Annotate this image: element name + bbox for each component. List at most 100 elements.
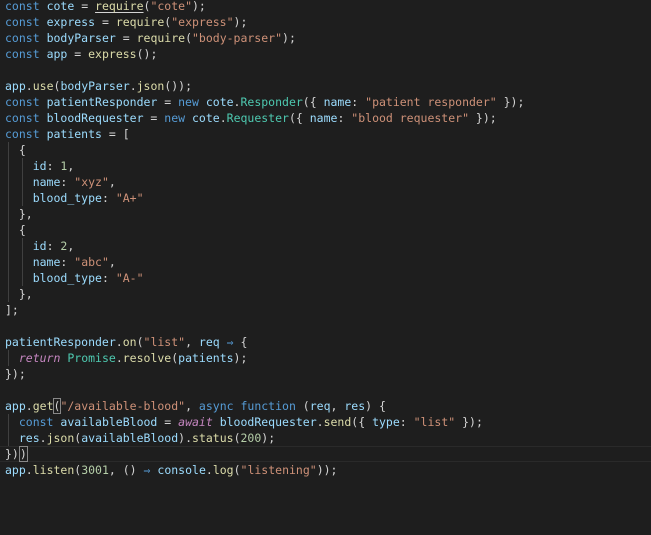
code-token: res	[18, 431, 40, 445]
code-line[interactable]: name: "abc",	[0, 254, 651, 270]
code-token: "patient responder"	[365, 95, 497, 109]
code-text: app.get ("/available-blood", async functi…	[5, 398, 386, 414]
code-token: name	[32, 175, 61, 189]
code-line[interactable]: patientResponder.on("list", req ⇒ {	[0, 334, 651, 350]
code-token: send	[323, 415, 352, 429]
code-token: ⇒	[226, 335, 234, 349]
code-line[interactable]	[0, 382, 651, 398]
code-line[interactable]: },	[0, 206, 651, 222]
code-token: patientResponder	[5, 335, 116, 349]
code-token: :	[101, 271, 116, 285]
code-token: bodyParser	[60, 79, 130, 93]
code-token: "express"	[171, 15, 234, 29]
code-token: });	[469, 111, 497, 125]
code-token: type	[372, 415, 400, 429]
code-token: "list"	[143, 335, 186, 349]
code-token: .	[25, 399, 33, 413]
code-line[interactable]: blood_type: "A-"	[0, 270, 651, 286]
code-line[interactable]: id: 2,	[0, 238, 651, 254]
code-token: , ()	[108, 463, 144, 477]
code-text: id: 2,	[5, 238, 75, 254]
code-token: return	[18, 351, 61, 365]
indent-guide	[8, 414, 9, 446]
code-text: ];	[5, 302, 19, 318]
code-token: ).	[178, 431, 193, 445]
code-token: Responder	[240, 95, 303, 109]
code-token: app	[5, 399, 26, 413]
code-line[interactable]: const cote = require("cote");	[0, 0, 651, 14]
code-line[interactable]: app.use(bodyParser.json());	[0, 78, 651, 94]
code-line[interactable]: app.listen(3001, () ⇒ console.log("liste…	[0, 462, 651, 478]
code-line[interactable]: },	[0, 286, 651, 302]
code-token: ());	[164, 79, 193, 93]
code-line[interactable]: ];	[0, 302, 651, 318]
code-line[interactable]: app.get ("/available-blood", async functi…	[0, 398, 651, 414]
code-token: cote	[205, 95, 234, 109]
code-token: =	[143, 111, 165, 125]
code-token: name	[32, 255, 61, 269]
code-text: const patientResponder = new cote.Respon…	[5, 94, 524, 110]
indent-guide	[8, 142, 9, 302]
code-text: const bloodRequester = new cote.Requeste…	[5, 110, 497, 126]
code-token: "list"	[413, 415, 456, 429]
code-token: =	[157, 415, 179, 429]
code-text: const availableBlood = await bloodReques…	[5, 414, 483, 430]
code-line[interactable]: {	[0, 222, 651, 238]
code-token: :	[60, 255, 75, 269]
code-token: json	[136, 79, 165, 93]
code-text: }))	[5, 446, 28, 462]
code-line[interactable]: });	[0, 366, 651, 382]
code-text: blood_type: "A-"	[5, 270, 144, 286]
code-editor[interactable]: const cote = require("cote"); const expre…	[0, 0, 651, 535]
code-token: async	[198, 399, 234, 413]
code-text: const bodyParser = require("body-parser"…	[5, 30, 296, 46]
code-token: );	[192, 0, 206, 13]
code-token: Promise	[67, 351, 116, 365]
code-token: "xyz"	[74, 175, 109, 189]
code-line[interactable]: const express = require("express");	[0, 14, 651, 30]
code-token: "A+"	[115, 191, 144, 205]
code-line[interactable]: {	[0, 142, 651, 158]
code-token: use	[32, 79, 54, 93]
code-token: const	[5, 127, 40, 141]
code-line[interactable]: const availableBlood = await bloodReques…	[0, 414, 651, 430]
code-line[interactable]: const app = express();	[0, 46, 651, 62]
code-token: "abc"	[74, 255, 109, 269]
code-line[interactable]: const patientResponder = new cote.Respon…	[0, 94, 651, 110]
code-text: const cote = require("cote");	[5, 0, 206, 14]
code-token: res	[344, 399, 366, 413]
code-line[interactable]	[0, 318, 651, 334]
code-line[interactable]: name: "xyz",	[0, 174, 651, 190]
code-token: });	[5, 367, 26, 381]
code-line[interactable]	[0, 62, 651, 78]
code-line[interactable]: const bodyParser = require("body-parser"…	[0, 30, 651, 46]
code-token: cote	[192, 111, 220, 125]
code-text: },	[5, 286, 33, 302]
code-token: bloodRequester	[219, 415, 317, 429]
code-token: :	[101, 191, 116, 205]
code-line[interactable]: const patients = [	[0, 126, 651, 142]
code-token: name	[323, 95, 352, 109]
code-token: );	[261, 431, 276, 445]
code-line[interactable]: }))	[0, 446, 651, 462]
code-line[interactable]: return Promise.resolve(patients);	[0, 350, 651, 366]
code-token: "/available-blood"	[60, 399, 186, 413]
code-token: :	[351, 95, 366, 109]
code-token: .	[25, 79, 33, 93]
code-line[interactable]: id: 1,	[0, 158, 651, 174]
code-token: await	[178, 415, 213, 429]
code-line[interactable]: const bloodRequester = new cote.Requeste…	[0, 110, 651, 126]
code-line[interactable]: res.json(availableBlood).status(200);	[0, 430, 651, 446]
code-token: ,	[330, 399, 345, 413]
code-token: cote	[46, 0, 75, 13]
code-token: (	[233, 431, 241, 445]
code-token: });	[455, 415, 483, 429]
code-token: express	[46, 15, 96, 29]
code-token: id	[32, 159, 47, 173]
code-line[interactable]: blood_type: "A+"	[0, 190, 651, 206]
code-token: on	[122, 335, 137, 349]
code-text: id: 1,	[5, 158, 75, 174]
code-token: require	[115, 15, 165, 29]
